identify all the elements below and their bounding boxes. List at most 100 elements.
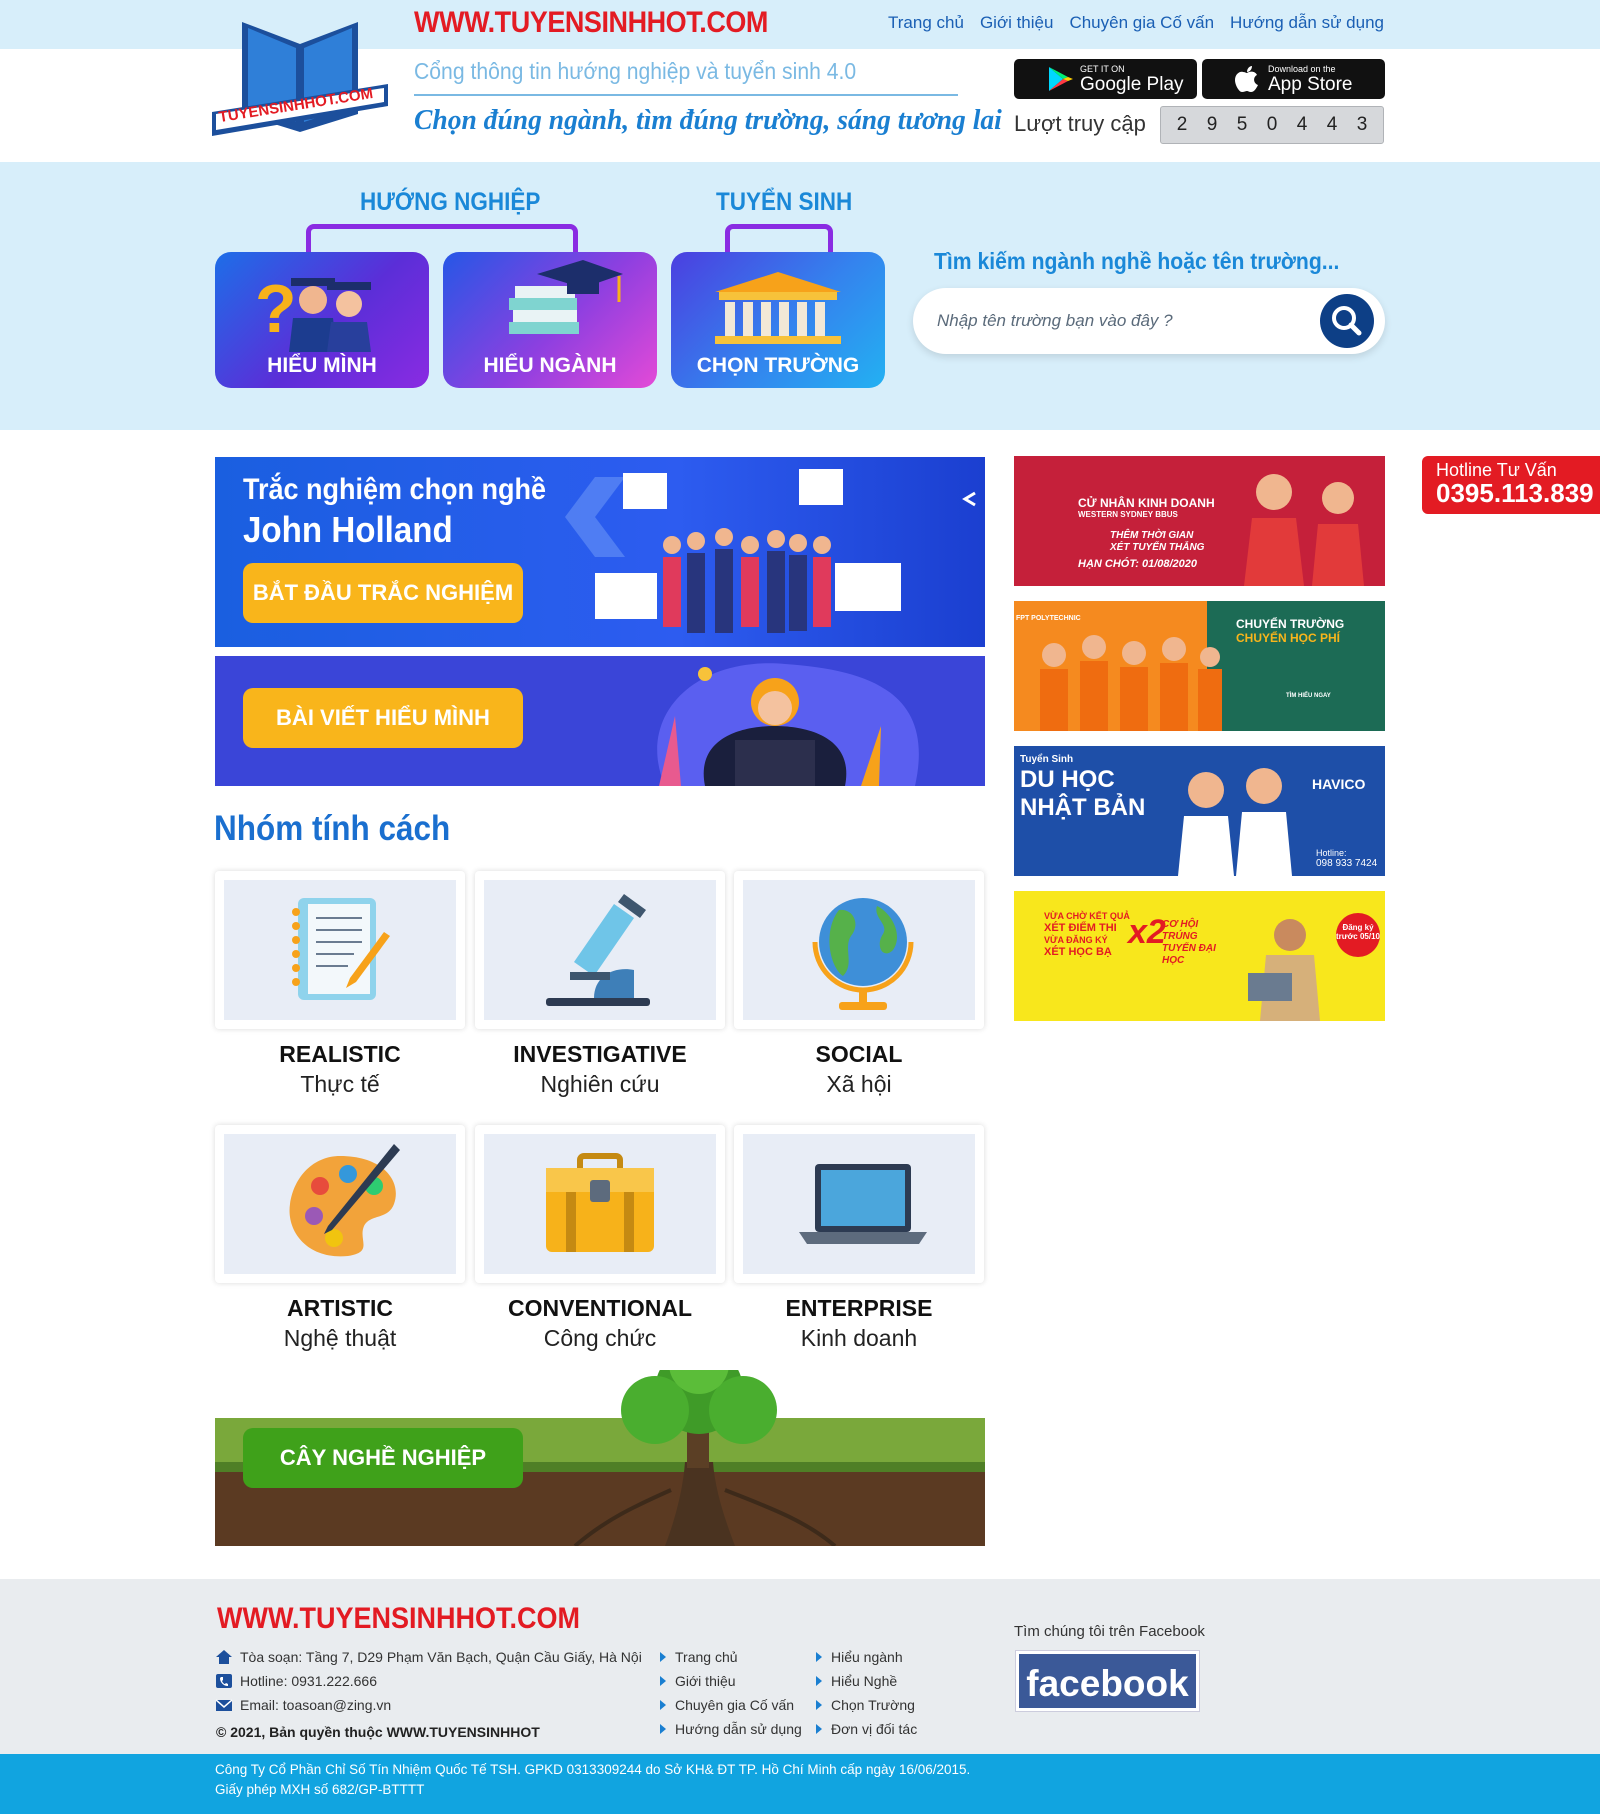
footer-link[interactable]: Chuyên gia Cố vấn	[660, 1697, 802, 1721]
tile-image	[743, 880, 975, 1020]
person-laptop-icon	[657, 663, 919, 786]
google-play-button[interactable]: GET IT ON Google Play	[1014, 59, 1197, 99]
tile-realistic[interactable]	[215, 871, 465, 1029]
nav-about[interactable]: Giới thiệu	[980, 13, 1054, 33]
holland-subtitle: John Holland	[243, 509, 453, 550]
footer-links-col2: Hiểu ngành Hiểu Nghề Chọn Trường Đơn vị …	[816, 1649, 917, 1745]
counter-digit: 0	[1266, 114, 1278, 135]
group-label-admission: TUYỂN SINH	[716, 188, 853, 216]
tile-subtitle: Nghiên cứu	[540, 1071, 660, 1097]
briefcase-icon	[546, 1153, 654, 1252]
app-store-small: Download on the	[1268, 64, 1336, 74]
search-title: Tìm kiếm ngành nghề hoặc tên trường...	[934, 248, 1340, 274]
nav-home[interactable]: Trang chủ	[888, 13, 964, 33]
footer-link[interactable]: Đơn vị đối tác	[816, 1721, 917, 1745]
personality-title: Nhóm tính cách	[214, 809, 451, 848]
google-play-label: Google Play	[1080, 74, 1184, 95]
card-hieu-nganh[interactable]: HIỂU NGÀNH	[443, 252, 657, 388]
site-url[interactable]: WWW.TUYENSINHHOT.COM	[414, 6, 768, 40]
laptop-icon	[799, 1164, 927, 1244]
search-button[interactable]	[1320, 294, 1374, 348]
bottom-bar: Công Ty Cổ Phần Chỉ Số Tín Nhiệm Quốc Tế…	[0, 1754, 1600, 1814]
search-input[interactable]	[937, 308, 1307, 334]
books-graduation-icon	[509, 260, 623, 334]
card-label: HIỂU MÌNH	[267, 354, 377, 377]
tile-conventional[interactable]	[475, 1125, 725, 1283]
ad-text: CƠ HỘI TRÚNG TUYỂN ĐẠI HỌC	[1162, 919, 1216, 966]
holland-banner[interactable]: Trắc nghiệm chọn nghề John Holland BẮT Đ…	[215, 457, 985, 647]
ad-western-sydney[interactable]: CỬ NHÂN KINH DOANH WESTERN SYDNEY BBUS T…	[1014, 456, 1385, 586]
footer-link[interactable]: Chọn Trường	[816, 1697, 917, 1721]
ad-text: 098 933 7424	[1316, 858, 1378, 869]
footer-link[interactable]: Giới thiệu	[660, 1673, 802, 1697]
tile-title: REALISTIC	[279, 1041, 401, 1067]
card-hieu-minh[interactable]: ? HIỂU MÌNH	[215, 252, 429, 388]
tile-subtitle: Thực tế	[300, 1071, 380, 1097]
ad-man-laptop-icon	[1248, 919, 1320, 1021]
phone-icon	[216, 1674, 232, 1688]
tile-subtitle: Kinh doanh	[800, 1325, 918, 1351]
tile-title: ENTERPRISE	[785, 1295, 933, 1321]
tile-subtitle: Công chức	[543, 1325, 657, 1351]
start-test-button[interactable]: BẮT ĐẦU TRẮC NGHIỆM	[243, 563, 523, 623]
ad-text: CHUYỂN HỌC PHÍ	[1236, 631, 1341, 645]
ad-text: XÉT TUYỂN THẲNG	[1110, 542, 1205, 553]
tile-title: CONVENTIONAL	[508, 1295, 692, 1321]
article-banner[interactable]: BÀI VIẾT HIỂU MÌNH	[215, 656, 985, 786]
tile-image	[484, 1134, 716, 1274]
email-text: Email: toasoan@zing.vn	[240, 1697, 392, 1713]
footer-copyright: © 2021, Bản quyền thuộc WWW.TUYENSINHHOT	[216, 1724, 540, 1740]
counter-digit: 3	[1356, 114, 1368, 135]
footer-site-url: WWW.TUYENSINHHOT.COM	[217, 1602, 580, 1635]
footer-link[interactable]: Trang chủ	[660, 1649, 802, 1673]
book-logo-icon	[212, 22, 388, 136]
ad-text: HẠN CHÓT: 01/08/2020	[1078, 558, 1198, 570]
ad-havico[interactable]: Tuyển Sinh DU HỌC NHẬT BẢN HAVICO Hotlin…	[1014, 746, 1385, 876]
ad-text: THÊM THỜI GIAN	[1110, 530, 1194, 541]
search-box	[913, 288, 1385, 354]
ad-fpt-polytechnic[interactable]: FPT POLYTECHNIC CHUYỂN TRƯỜNG CHUYỂN HỌC…	[1014, 601, 1385, 731]
footer-link[interactable]: Hiểu ngành	[816, 1649, 917, 1673]
ad-text: CHUYỂN TRƯỜNG	[1236, 617, 1345, 631]
ad-group-icon	[1040, 635, 1222, 731]
mail-icon	[216, 1699, 232, 1711]
tile-investigative[interactable]	[475, 871, 725, 1029]
counter-digit: 2	[1176, 114, 1188, 135]
footer-links-col1: Trang chủ Giới thiệu Chuyên gia Cố vấn H…	[660, 1649, 802, 1745]
card-chon-truong[interactable]: CHỌN TRƯỜNG	[671, 252, 885, 388]
hotline-badge[interactable]: Hotline Tư Vấn 0395.113.839	[1422, 456, 1600, 514]
app-store-button[interactable]: Download on the App Store	[1202, 59, 1385, 99]
counter-digit: 4	[1296, 114, 1308, 135]
counter-digit: 5	[1236, 114, 1248, 135]
footer-link[interactable]: Hiểu Nghề	[816, 1673, 917, 1697]
footer-address: Tòa soạn: Tầng 7, D29 Phạm Văn Bạch, Quậ…	[216, 1649, 642, 1665]
ad-text: VỪA ĐĂNG KÝ	[1044, 935, 1108, 945]
career-tree-banner[interactable]: CÂY NGHỀ NGHIỆP	[215, 1370, 985, 1546]
tile-enterprise[interactable]	[734, 1125, 984, 1283]
facebook-button[interactable]: facebook	[1016, 1651, 1199, 1711]
tile-social[interactable]	[734, 871, 984, 1029]
nav-guide[interactable]: Hướng dẫn sử dụng	[1230, 13, 1384, 33]
career-tree-button[interactable]: CÂY NGHỀ NGHIỆP	[243, 1428, 523, 1488]
hotline-text: Hotline: 0931.222.666	[240, 1673, 377, 1689]
search-icon	[1332, 306, 1362, 336]
logo[interactable]: TUYENSINHHOT.COM	[212, 14, 388, 146]
footer-hotline: Hotline: 0931.222.666	[216, 1673, 377, 1689]
tile-artistic[interactable]	[215, 1125, 465, 1283]
school-building-icon	[715, 272, 841, 344]
ad-text: DU HỌC	[1020, 766, 1115, 793]
paint-palette-icon	[289, 1144, 400, 1257]
nav-experts[interactable]: Chuyên gia Cố vấn	[1069, 13, 1214, 33]
tile-title: ARTISTIC	[286, 1295, 394, 1321]
footer-link[interactable]: Hướng dẫn sử dụng	[660, 1721, 802, 1745]
students-icon: ?	[255, 271, 371, 352]
footer-email: Email: toasoan@zing.vn	[216, 1697, 391, 1713]
ad-admission[interactable]: VỪA CHỜ KẾT QUẢ XÉT ĐIỂM THI VỪA ĐĂNG KÝ…	[1014, 891, 1385, 1021]
ad-text: VỪA CHỜ KẾT QUẢ	[1044, 911, 1130, 921]
ad-text: WESTERN SYDNEY BBUS	[1078, 510, 1178, 519]
article-button[interactable]: BÀI VIẾT HIỂU MÌNH	[243, 688, 523, 748]
ad-text: HAVICO	[1312, 776, 1366, 792]
address-text: Tòa soạn: Tầng 7, D29 Phạm Văn Bạch, Quậ…	[240, 1649, 642, 1665]
ad-students-icon	[1244, 474, 1364, 586]
ad-text: Hotline:	[1316, 848, 1347, 858]
